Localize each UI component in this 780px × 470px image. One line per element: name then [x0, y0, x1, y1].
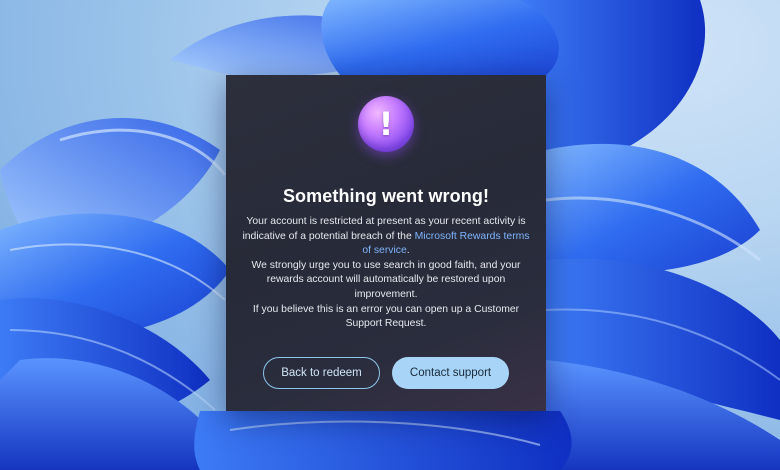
message-paragraph-restriction: Your account is restricted at present as…: [240, 215, 532, 259]
message-paragraph-support: If you believe this is an error you can …: [252, 303, 520, 330]
back-to-redeem-button[interactable]: Back to redeem: [263, 357, 380, 389]
contact-support-button[interactable]: Contact support: [392, 357, 509, 389]
exclamation-glyph: !: [378, 105, 394, 143]
error-dialog: ! Something went wrong! Your account is …: [226, 75, 546, 411]
exclamation-alert-icon: !: [358, 96, 414, 152]
desktop: ! Something went wrong! Your account is …: [0, 0, 780, 470]
dialog-message: Your account is restricted at present as…: [240, 215, 532, 332]
dialog-title: Something went wrong!: [282, 186, 490, 206]
message-paragraph-good-faith: We strongly urge you to use search in go…: [251, 259, 521, 300]
restriction-text-end: .: [406, 245, 410, 257]
